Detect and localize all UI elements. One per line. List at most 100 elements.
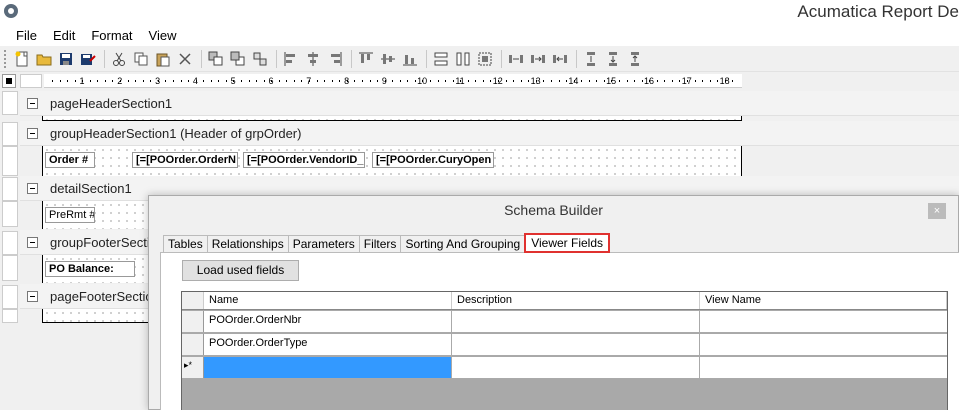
page-header-band[interactable]: pageHeaderSection1	[20, 91, 959, 116]
align-middle-icon[interactable]	[378, 49, 398, 69]
copy-icon[interactable]	[131, 49, 151, 69]
save-as-icon[interactable]	[78, 49, 98, 69]
row-header[interactable]	[182, 311, 204, 332]
gutter-page-footer	[2, 285, 18, 309]
tab-viewer-fields[interactable]: Viewer Fields	[524, 233, 610, 253]
cury-open-field[interactable]: [=[POOrder.CuryOpen	[372, 152, 494, 168]
new-report-icon[interactable]	[12, 49, 32, 69]
ruler-tick	[180, 80, 182, 82]
increase-vspacing-icon[interactable]	[603, 49, 623, 69]
same-size-icon[interactable]	[475, 49, 495, 69]
ruler-tick	[452, 80, 454, 82]
ruler-tick	[346, 80, 348, 82]
prerm-field[interactable]: PreRmt #	[45, 207, 95, 223]
align-center-icon[interactable]	[303, 49, 323, 69]
delete-icon[interactable]	[175, 49, 195, 69]
align-left-icon[interactable]	[281, 49, 301, 69]
view-name-cell[interactable]	[700, 357, 947, 378]
menu-bar: File Edit Format View	[0, 24, 959, 46]
collapse-toggle-icon[interactable]	[27, 236, 38, 248]
window-title: Acumatica Report De	[797, 2, 959, 21]
ruler-tick	[498, 80, 500, 82]
align-bottom-icon[interactable]	[400, 49, 420, 69]
save-icon[interactable]	[56, 49, 76, 69]
ruler-row: 123456789101112131415161718	[0, 73, 959, 89]
open-icon[interactable]	[34, 49, 54, 69]
order-nbr-field[interactable]: [=[POOrder.OrderN	[132, 152, 238, 168]
menu-file[interactable]: File	[8, 28, 45, 43]
close-icon[interactable]: ×	[928, 203, 946, 219]
column-header-name[interactable]: Name	[204, 292, 452, 309]
viewer-fields-grid: Name Description View Name POOrder.Order…	[181, 291, 948, 410]
horizontal-spacing-icon[interactable]	[506, 49, 526, 69]
send-to-back-icon[interactable]	[206, 49, 226, 69]
ruler-tick	[172, 80, 174, 82]
tab-tables[interactable]: Tables	[163, 235, 208, 253]
ruler-tick	[414, 80, 416, 82]
vendor-id-field[interactable]: [=[POOrder.VendorID_	[243, 152, 365, 168]
gutter-page-footer-body	[2, 309, 18, 323]
same-width-icon[interactable]	[431, 49, 451, 69]
ruler-tick	[664, 80, 666, 82]
collapse-toggle-icon[interactable]	[27, 97, 38, 109]
ruler-tick	[369, 80, 371, 82]
column-header-view-name[interactable]: View Name	[700, 292, 947, 309]
ruler-tick	[482, 80, 484, 82]
menu-edit[interactable]: Edit	[45, 28, 83, 43]
name-cell[interactable]: POOrder.OrderNbr	[204, 311, 452, 332]
paste-icon[interactable]	[153, 49, 173, 69]
ruler-tick	[384, 80, 386, 82]
table-row[interactable]: POOrder.OrderType	[182, 334, 947, 356]
table-row[interactable]: POOrder.OrderNbr	[182, 311, 947, 333]
ruler-tick	[422, 80, 424, 82]
tab-relationships[interactable]: Relationships	[206, 235, 289, 253]
name-cell[interactable]: POOrder.OrderType	[204, 334, 452, 355]
group-icon[interactable]	[250, 49, 270, 69]
menu-view[interactable]: View	[141, 28, 185, 43]
collapse-toggle-icon[interactable]	[27, 127, 38, 139]
align-top-icon[interactable]	[356, 49, 376, 69]
tab-filters[interactable]: Filters	[358, 235, 402, 253]
gutter-detail	[2, 177, 18, 201]
group-header-band[interactable]: groupHeaderSection1 (Header of grpOrder)	[20, 121, 959, 146]
ruler-tick	[399, 80, 401, 82]
tab-parameters[interactable]: Parameters	[287, 235, 360, 253]
view-name-cell[interactable]	[700, 311, 947, 332]
ruler-tick	[611, 80, 613, 82]
align-right-icon[interactable]	[325, 49, 345, 69]
description-cell[interactable]	[452, 311, 700, 332]
bring-to-front-icon[interactable]	[228, 49, 248, 69]
ruler-tick	[505, 80, 507, 82]
collapse-toggle-icon[interactable]	[27, 182, 38, 194]
view-name-cell[interactable]	[700, 334, 947, 355]
vertical-spacing-icon[interactable]	[581, 49, 601, 69]
new-row-marker-icon[interactable]: ▸*	[182, 357, 204, 378]
description-cell[interactable]	[452, 334, 700, 355]
ruler-tick	[437, 80, 439, 82]
cut-icon[interactable]	[109, 49, 129, 69]
new-row[interactable]: ▸*	[182, 357, 947, 379]
decrease-vspacing-icon[interactable]	[625, 49, 645, 69]
ruler-tick	[112, 80, 114, 82]
decrease-hspacing-icon[interactable]	[550, 49, 570, 69]
collapse-toggle-icon[interactable]	[27, 290, 38, 302]
po-balance-field[interactable]: PO Balance:	[45, 261, 135, 277]
select-all-corner[interactable]	[2, 74, 16, 88]
ruler-tick	[135, 80, 137, 82]
name-cell-selected[interactable]	[204, 357, 452, 378]
row-header-corner[interactable]	[182, 292, 204, 309]
tab-sorting-and-grouping[interactable]: Sorting And Grouping	[400, 235, 526, 253]
row-header[interactable]	[182, 334, 204, 355]
ruler-tick	[641, 80, 643, 82]
load-used-fields-button[interactable]: Load used fields	[182, 260, 299, 281]
menu-format[interactable]: Format	[83, 28, 140, 43]
same-height-icon[interactable]	[453, 49, 473, 69]
toolbar-grip[interactable]	[4, 49, 8, 68]
ruler-tick	[67, 80, 69, 82]
description-cell[interactable]	[452, 357, 700, 378]
ruler-tick	[671, 80, 673, 82]
column-header-description[interactable]: Description	[452, 292, 700, 309]
order-label-field[interactable]: Order #	[45, 152, 95, 168]
increase-hspacing-icon[interactable]	[528, 49, 548, 69]
group-header-body[interactable]: Order # [=[POOrder.OrderN [=[POOrder.Ven…	[42, 146, 742, 176]
